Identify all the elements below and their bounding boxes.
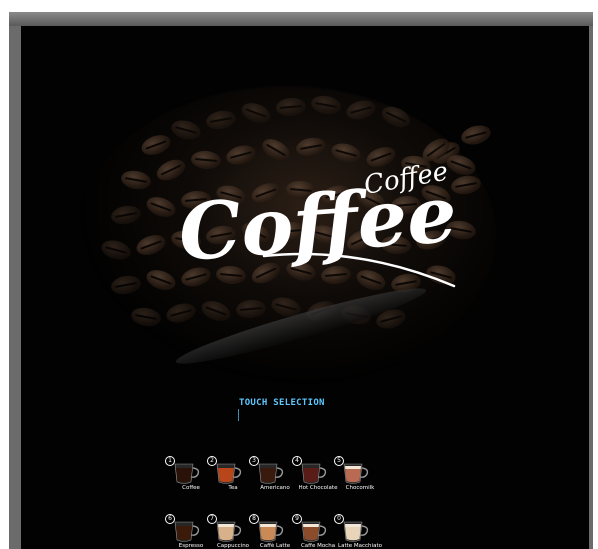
coffee-bean <box>344 97 378 123</box>
coffee-cup-icon <box>174 463 200 484</box>
touch-selection-label: TOUCH SELECTION <box>239 398 325 408</box>
coffee-bean <box>164 300 198 326</box>
coffee-bean <box>138 131 174 159</box>
coffee-bean <box>459 122 493 148</box>
chocomilk-cup-icon <box>343 463 369 484</box>
coffee-bean <box>204 108 238 132</box>
coffee-bean <box>129 305 163 329</box>
hot-chocolate-cup-icon <box>301 463 327 484</box>
caffe-latte-cup-icon <box>258 521 284 542</box>
coffee-bean <box>309 93 343 117</box>
machine-top-bezel <box>9 12 593 26</box>
vending-machine-frame: Coffee Coffee TOUCH SELECTION 1 Coffee 2 Te… <box>9 12 593 549</box>
coffee-bean <box>109 203 143 227</box>
coffee-bean <box>99 237 133 263</box>
coffee-bean <box>275 96 307 118</box>
coffee-bean <box>198 297 234 325</box>
coffee-bean <box>378 102 414 132</box>
drink-name-label: Latte Macchiato <box>338 543 382 549</box>
coffee-bean <box>119 168 153 192</box>
touch-screen: Coffee Coffee TOUCH SELECTION 1 Coffee 2 Te… <box>21 26 589 549</box>
latte-macchiato-cup-icon <box>343 521 369 542</box>
coffee-logo: Coffee Coffee <box>176 157 460 288</box>
americano-cup-icon <box>258 463 284 484</box>
caffe-mocha-cup-icon <box>301 521 327 542</box>
coffee-bean <box>169 117 203 143</box>
coffee-bean <box>109 273 143 297</box>
espresso-cup-icon <box>174 521 200 542</box>
cappuccino-cup-icon <box>216 521 242 542</box>
text-cursor <box>238 409 239 421</box>
drink-name-label: Chocomilk <box>345 485 375 491</box>
tea-cup-icon <box>216 463 242 484</box>
coffee-bean <box>133 231 169 259</box>
coffee-bean <box>235 298 267 320</box>
coffee-bean <box>238 99 274 127</box>
drink-button-chocomilk[interactable]: 5 Chocomilk <box>330 456 390 498</box>
drink-button-latte-macchiato[interactable]: 0 Latte Macchiato <box>330 514 390 549</box>
